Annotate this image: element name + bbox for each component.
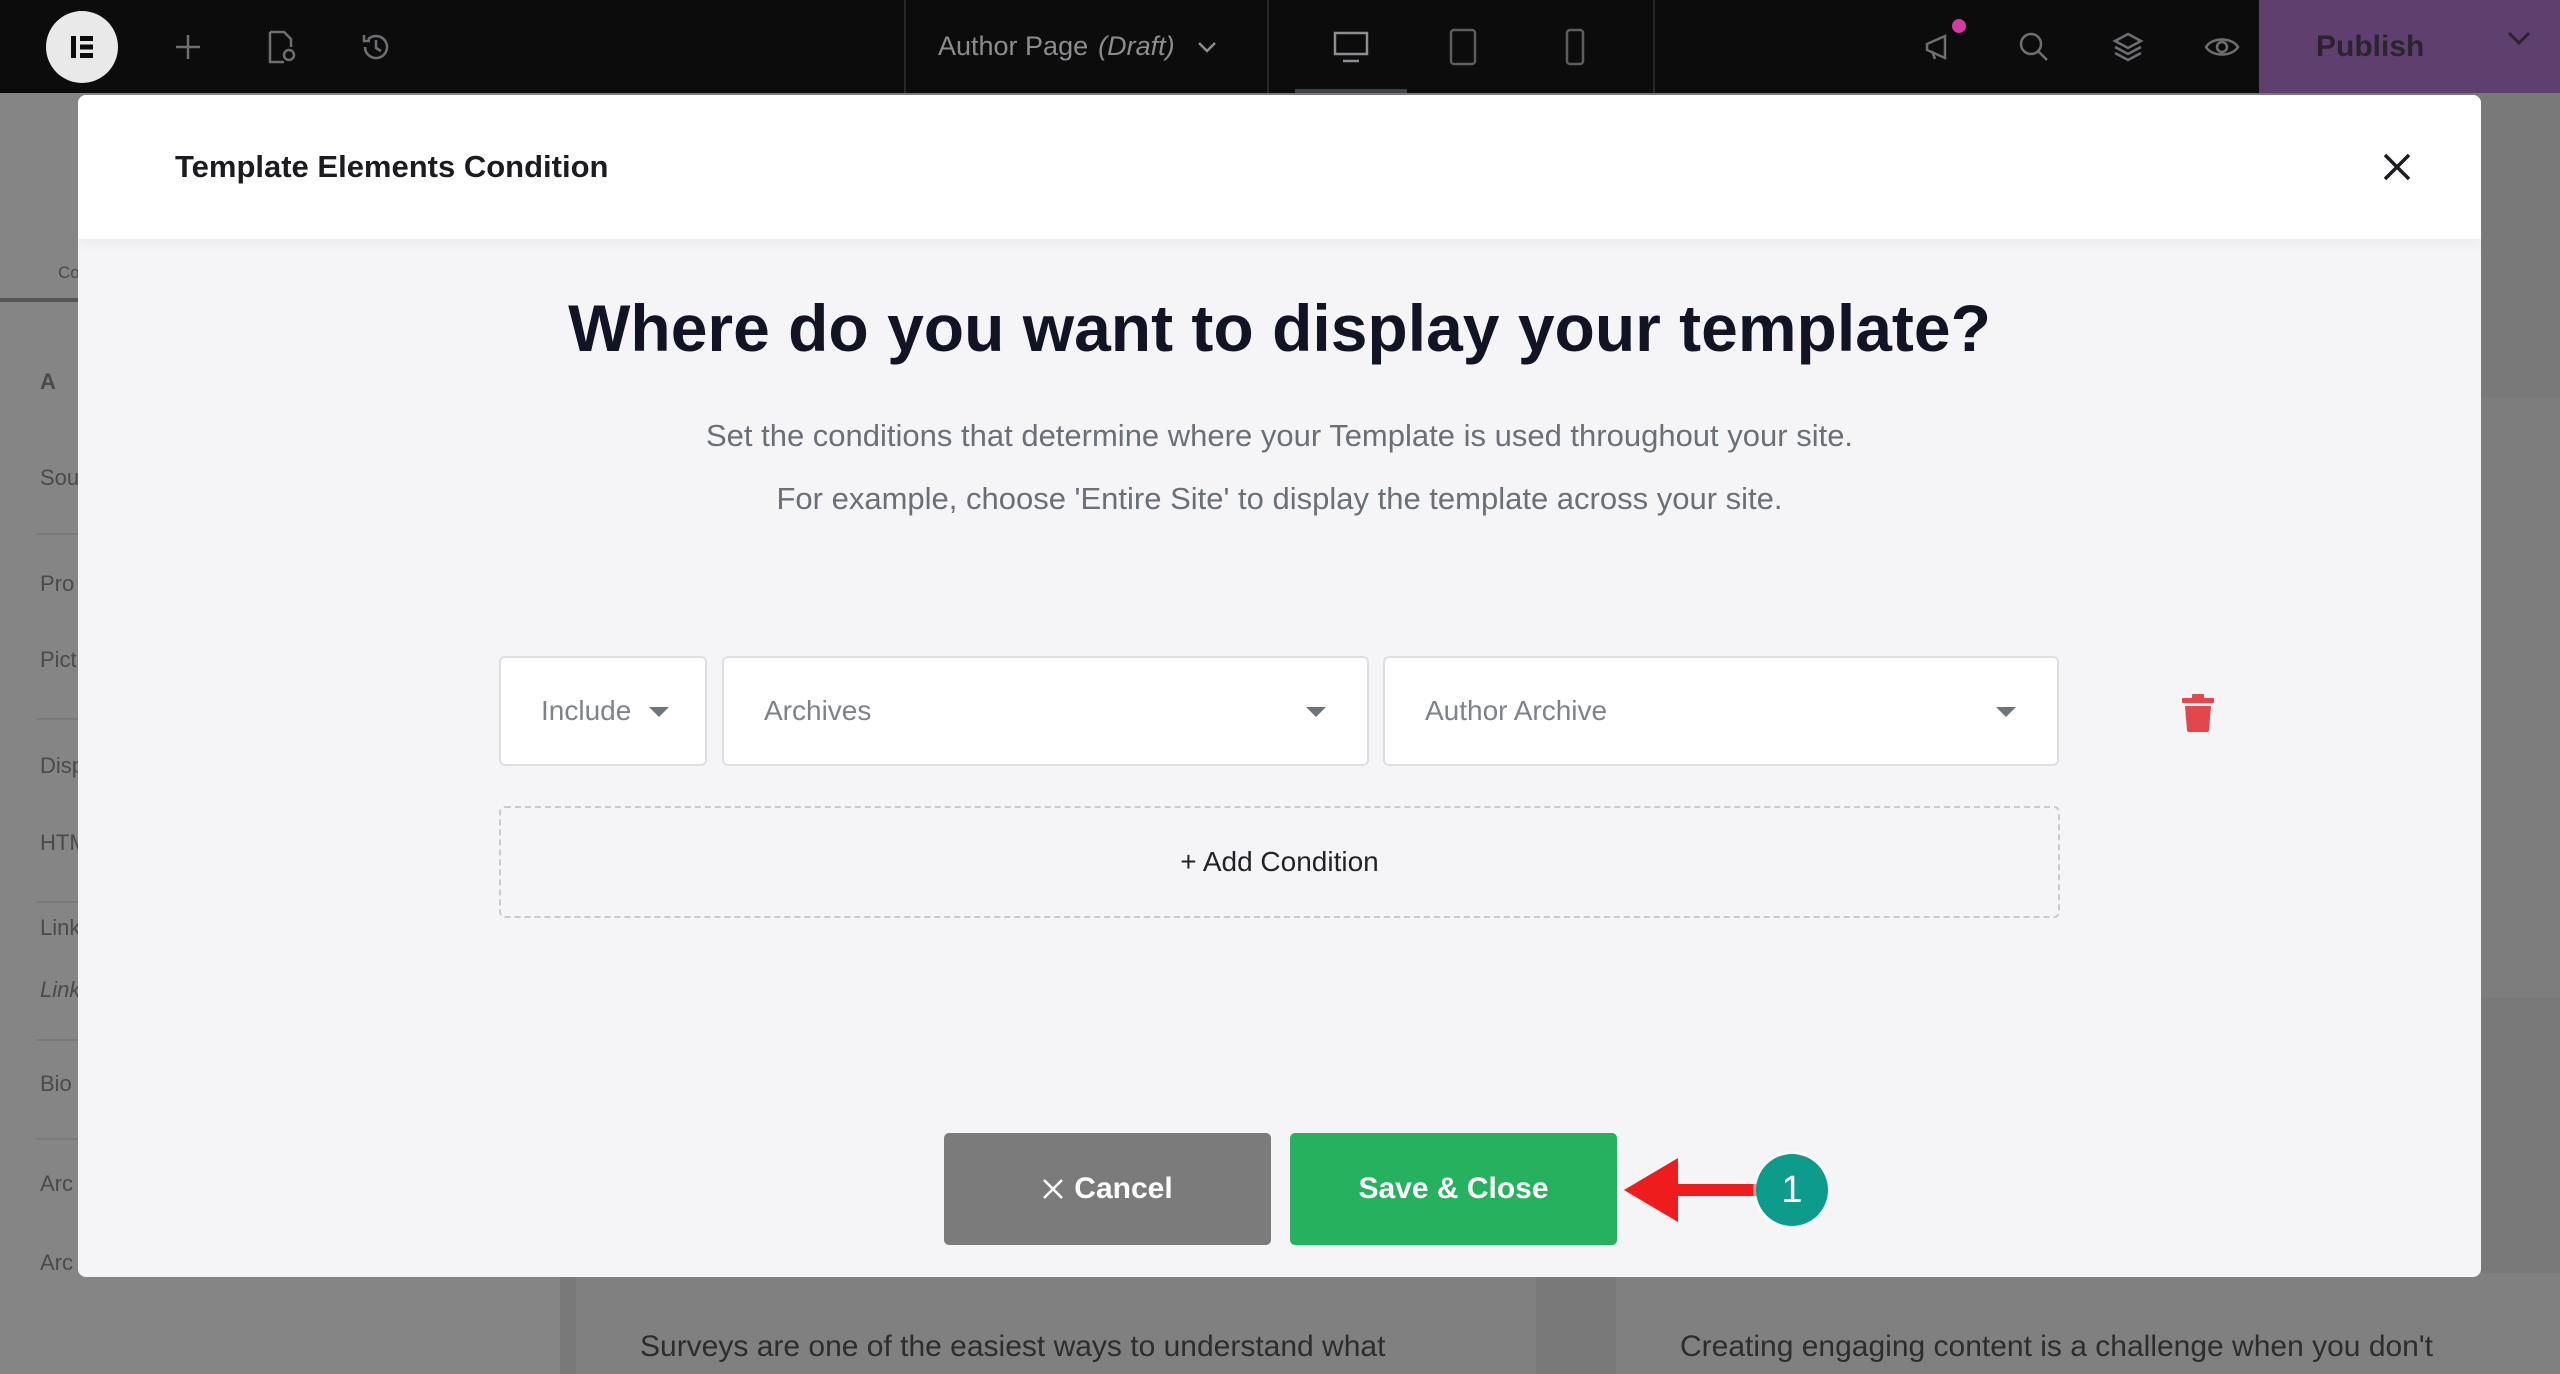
mobile-view-button[interactable] <box>1519 0 1631 93</box>
chevron-down-icon <box>1197 41 1216 53</box>
chevron-down-icon[interactable] <box>2506 30 2532 46</box>
notification-dot <box>1952 18 1966 33</box>
desktop-icon <box>1333 31 1369 62</box>
panel-label: Arc <box>40 1250 73 1275</box>
mobile-icon <box>1565 28 1585 65</box>
page-settings-icon[interactable] <box>258 23 306 71</box>
condition-group-select[interactable]: Archives <box>722 656 1369 766</box>
close-button[interactable] <box>2375 145 2419 189</box>
step-number-badge: 1 <box>1756 1154 1828 1226</box>
tablet-view-button[interactable] <box>1407 0 1519 93</box>
device-switcher <box>1295 0 1631 93</box>
page-title: Author Page <box>938 31 1089 61</box>
save-close-button[interactable]: Save & Close <box>1290 1133 1617 1245</box>
condition-target-select[interactable]: Author Archive <box>1383 656 2059 766</box>
notifications-icon[interactable] <box>1916 18 1966 71</box>
structure-layers-icon[interactable] <box>2104 23 2152 71</box>
close-icon <box>2383 153 2411 181</box>
modal-header: Template Elements Condition <box>78 95 2481 239</box>
include-exclude-value: Include <box>541 695 632 726</box>
modal-title: Template Elements Condition <box>175 149 609 184</box>
panel-section-title[interactable]: A <box>40 369 56 395</box>
history-icon[interactable] <box>352 23 400 71</box>
elementor-logo-icon[interactable] <box>46 10 118 83</box>
active-tab-indicator <box>0 298 80 302</box>
panel-tab-content[interactable]: Co <box>58 263 80 283</box>
panel-label: Link <box>40 915 81 940</box>
panel-label: Pict <box>40 647 77 672</box>
annotation-arrow-icon <box>1624 1158 1766 1222</box>
divider <box>1267 0 1269 93</box>
divider <box>904 0 906 93</box>
post-excerpt: Creating engaging content is a challenge… <box>1680 1330 2433 1363</box>
panel-label: Pro <box>40 571 75 596</box>
tablet-icon <box>1449 28 1477 65</box>
publish-label: Publish <box>2316 29 2425 63</box>
template-conditions-modal: Template Elements Condition Where do you… <box>78 95 2481 1277</box>
trash-icon <box>2182 694 2214 732</box>
add-condition-button[interactable]: + Add Condition <box>499 806 2060 918</box>
modal-description: Set the conditions that determine where … <box>705 418 1854 453</box>
caret-down-icon <box>1306 707 1326 717</box>
caret-down-icon <box>649 707 669 717</box>
page-status: (Draft) <box>1098 31 1175 61</box>
panel-label: Arc <box>40 1171 73 1196</box>
modal-description-example: For example, choose 'Entire Site' to dis… <box>776 481 1783 516</box>
divider <box>1653 0 1655 93</box>
toolbar-right <box>1870 0 2246 93</box>
preview-eye-icon[interactable] <box>2198 23 2246 71</box>
editor-top-bar: Author Page (Draft) Publish <box>0 0 2560 93</box>
cancel-label: Cancel <box>1074 1172 1173 1205</box>
modal-headline: Where do you want to display your templa… <box>568 291 1991 365</box>
panel-label: Link <box>40 977 81 1002</box>
delete-condition-button[interactable] <box>2182 694 2214 732</box>
include-exclude-select[interactable]: Include <box>499 656 707 766</box>
condition-target-value: Author Archive <box>1425 695 1608 726</box>
search-icon[interactable] <box>2010 23 2058 71</box>
save-close-label: Save & Close <box>1358 1172 1549 1205</box>
condition-group-value: Archives <box>764 695 872 726</box>
cancel-button[interactable]: Cancel <box>944 1133 1271 1245</box>
publish-button[interactable]: Publish <box>2259 0 2560 93</box>
post-excerpt: Surveys are one of the easiest ways to u… <box>640 1330 1386 1363</box>
panel-label: Bio <box>40 1071 72 1096</box>
close-icon <box>1043 1179 1064 1199</box>
caret-down-icon <box>1996 707 2016 717</box>
desktop-view-button[interactable] <box>1295 0 1407 93</box>
panel-label: Sou <box>40 465 80 490</box>
page-title-dropdown[interactable]: Author Page (Draft) <box>938 0 1217 93</box>
add-element-icon[interactable] <box>164 23 212 71</box>
